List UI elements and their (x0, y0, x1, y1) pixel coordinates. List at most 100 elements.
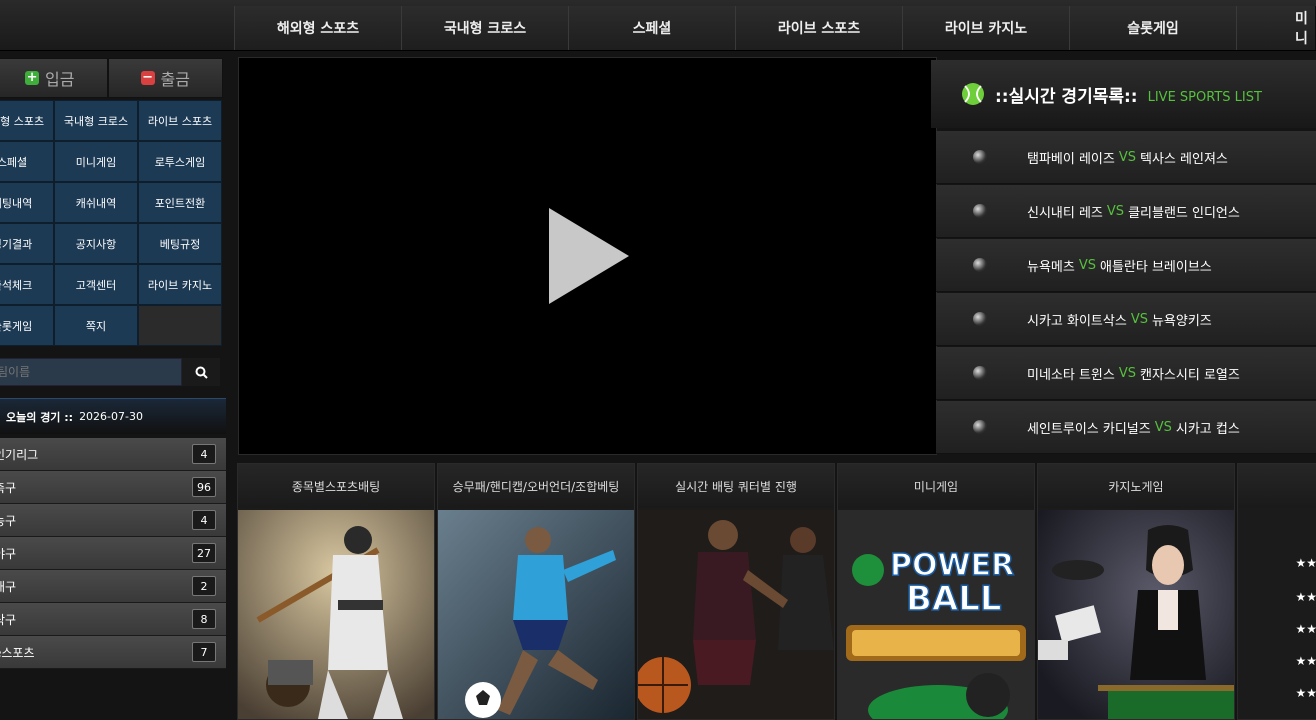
vs-label: VS (1078, 257, 1096, 273)
menu-slot-game[interactable]: 슬롯게임 (0, 305, 54, 346)
league-item[interactable]: 배구 2 (0, 570, 226, 603)
live-match-row[interactable]: 신시내티 레즈 VS 클리블랜드 인디언스 (936, 185, 1316, 238)
live-match-row[interactable]: 시카고 화이트삭스 VS 뉴욕양키즈 (936, 293, 1316, 346)
deposit-button[interactable]: + 입금 (0, 58, 108, 98)
live-match-row[interactable]: 뉴욕메츠 VS 애틀란타 브레이브스 (936, 239, 1316, 292)
nav-live-sports[interactable]: 라이브 스포츠 (735, 6, 903, 50)
league-name: 탁구 (0, 612, 17, 627)
vs-label: VS (1154, 419, 1172, 435)
nav-domestic-cross[interactable]: 국내형 크로스 (401, 6, 569, 50)
powerball-image: POWER BALL (838, 510, 1034, 719)
nav-mini[interactable]: 미니 (1236, 6, 1316, 50)
home-team: 탬파베이 레이즈 (1027, 151, 1115, 167)
svg-text:POWER: POWER (890, 548, 1014, 583)
ball-icon (973, 258, 987, 272)
away-team: 시카고 컵스 (1175, 421, 1240, 437)
promo-card-sports-betting[interactable]: 종목별스포츠배팅 (237, 463, 435, 720)
withdraw-button[interactable]: − 출금 (107, 58, 223, 98)
todays-games-date: 2026-07-30 (79, 410, 143, 423)
top-nav: 해외형 스포츠 국내형 크로스 스페셜 라이브 스포츠 라이브 카지노 슬롯게임… (0, 0, 1316, 51)
promo-card-mini-game[interactable]: 미니게임 POWER BALL (837, 463, 1035, 720)
league-item[interactable]: 축구 96 (0, 471, 226, 504)
league-item[interactable]: 인기리그 4 (0, 438, 226, 471)
menu-domestic-cross[interactable]: 국내형 크로스 (54, 100, 138, 141)
nav-live-casino[interactable]: 라이브 카지노 (902, 6, 1070, 50)
vs-label: VS (1130, 311, 1148, 327)
league-count: 7 (192, 642, 216, 662)
soccer-player-image (438, 510, 634, 719)
ball-icon (973, 312, 987, 326)
league-item[interactable]: 농구 4 (0, 504, 226, 537)
basketball-players-image (638, 510, 834, 719)
away-team: 클리블랜드 인디언스 (1128, 205, 1240, 221)
star-rating: ★★ (1295, 590, 1316, 604)
live-match-row[interactable]: 미네소타 트윈스 VS 캔자스시티 로열즈 (936, 347, 1316, 400)
ball-icon (973, 420, 987, 434)
nav-overseas-sports[interactable]: 해외형 스포츠 (234, 6, 402, 50)
menu-game-results[interactable]: 경기결과 (0, 223, 54, 264)
ball-icon (973, 366, 987, 380)
league-name: 축구 (0, 480, 17, 495)
league-item[interactable]: e스포츠 7 (0, 636, 226, 669)
star-rating: ★★ (1295, 686, 1316, 700)
menu-message[interactable]: 쪽지 (54, 305, 138, 346)
home-team: 시카고 화이트삭스 (1027, 313, 1127, 329)
league-item[interactable]: 탁구 8 (0, 603, 226, 636)
league-count: 2 (192, 576, 216, 596)
league-count: 27 (192, 543, 216, 563)
nav-special[interactable]: 스페셜 (568, 6, 736, 50)
nav-slot-game[interactable]: 슬롯게임 (1069, 6, 1237, 50)
ball-icon (973, 204, 987, 218)
home-team: 신시내티 레즈 (1027, 205, 1103, 221)
video-player[interactable] (238, 57, 937, 455)
away-team: 뉴욕양키즈 (1151, 313, 1212, 329)
star-rating: ★★ (1295, 622, 1316, 636)
menu-betting-history[interactable]: 배팅내역 (0, 182, 54, 223)
away-team: 애틀란타 브레이브스 (1100, 259, 1212, 275)
withdraw-label: 출금 (160, 70, 190, 89)
live-match-row[interactable]: 탬파베이 레이즈 VS 텍사스 레인져스 (936, 131, 1316, 184)
menu-empty (138, 305, 222, 346)
live-sports-list: ::실시간 경기목록:: LIVE SPORTS LIST 탬파베이 레이즈 VS… (931, 60, 1316, 456)
todays-games-header: 오늘의 경기 :: 2026-07-30 (0, 398, 226, 434)
menu-notice[interactable]: 공지사항 (54, 223, 138, 264)
promo-card-live-betting[interactable]: 실시간 배팅 쿼터별 진행 (637, 463, 835, 720)
promo-card-combo-betting[interactable]: 승무패/핸디캡/오버언더/조합베팅 (437, 463, 635, 720)
league-item[interactable]: 야구 27 (0, 537, 226, 570)
search-button[interactable] (182, 358, 220, 386)
menu-cash-history[interactable]: 캐쉬내역 (54, 182, 138, 223)
home-team: 세인트루이스 카디널즈 (1027, 421, 1151, 437)
league-name: 배구 (0, 579, 17, 594)
menu-customer-center[interactable]: 고객센터 (54, 264, 138, 305)
menu-live-sports[interactable]: 라이브 스포츠 (138, 100, 222, 141)
live-list-title: ::실시간 경기목록:: (995, 86, 1138, 107)
menu-betting-rules[interactable]: 베팅규정 (138, 223, 222, 264)
promo-card-casino-game[interactable]: 카지노게임 (1037, 463, 1235, 720)
promo-card-ranking[interactable]: ★★ ★★ ★★ ★★ ★★ (1237, 463, 1316, 720)
menu-point-convert[interactable]: 포인트전환 (138, 182, 222, 223)
league-count: 4 (192, 444, 216, 464)
league-name: 인기리그 (0, 447, 39, 462)
promo-card-title: 종목별스포츠배팅 (238, 464, 434, 508)
menu-attendance[interactable]: 출석체크 (0, 264, 54, 305)
team-search-input[interactable] (0, 358, 182, 386)
away-team: 텍사스 레인져스 (1140, 151, 1228, 167)
menu-mini-game[interactable]: 미니게임 (54, 141, 138, 182)
plus-icon: + (25, 70, 40, 85)
play-icon[interactable] (549, 208, 629, 304)
sidebar: + 입금 − 출금 해외형 스포츠 국내형 크로스 라이브 스포츠 스페셜 미니… (0, 56, 226, 718)
baseball-player-image (238, 510, 434, 719)
home-team: 미네소타 트윈스 (1027, 367, 1115, 383)
menu-live-casino[interactable]: 라이브 카지노 (138, 264, 222, 305)
league-name: 야구 (0, 546, 17, 561)
away-team: 캔자스시티 로열즈 (1140, 367, 1240, 383)
search-icon (195, 366, 208, 379)
casino-dealer-image (1038, 510, 1234, 719)
menu-overseas-sports[interactable]: 해외형 스포츠 (0, 100, 54, 141)
menu-lotus-game[interactable]: 로투스게임 (138, 141, 222, 182)
ball-icon (973, 150, 987, 164)
home-team: 뉴욕메츠 (1027, 259, 1075, 275)
vs-label: VS (1118, 149, 1137, 165)
live-match-row[interactable]: 세인트루이스 카디널즈 VS 시카고 컵스 (936, 401, 1316, 454)
menu-special[interactable]: 스페셜 (0, 141, 54, 182)
